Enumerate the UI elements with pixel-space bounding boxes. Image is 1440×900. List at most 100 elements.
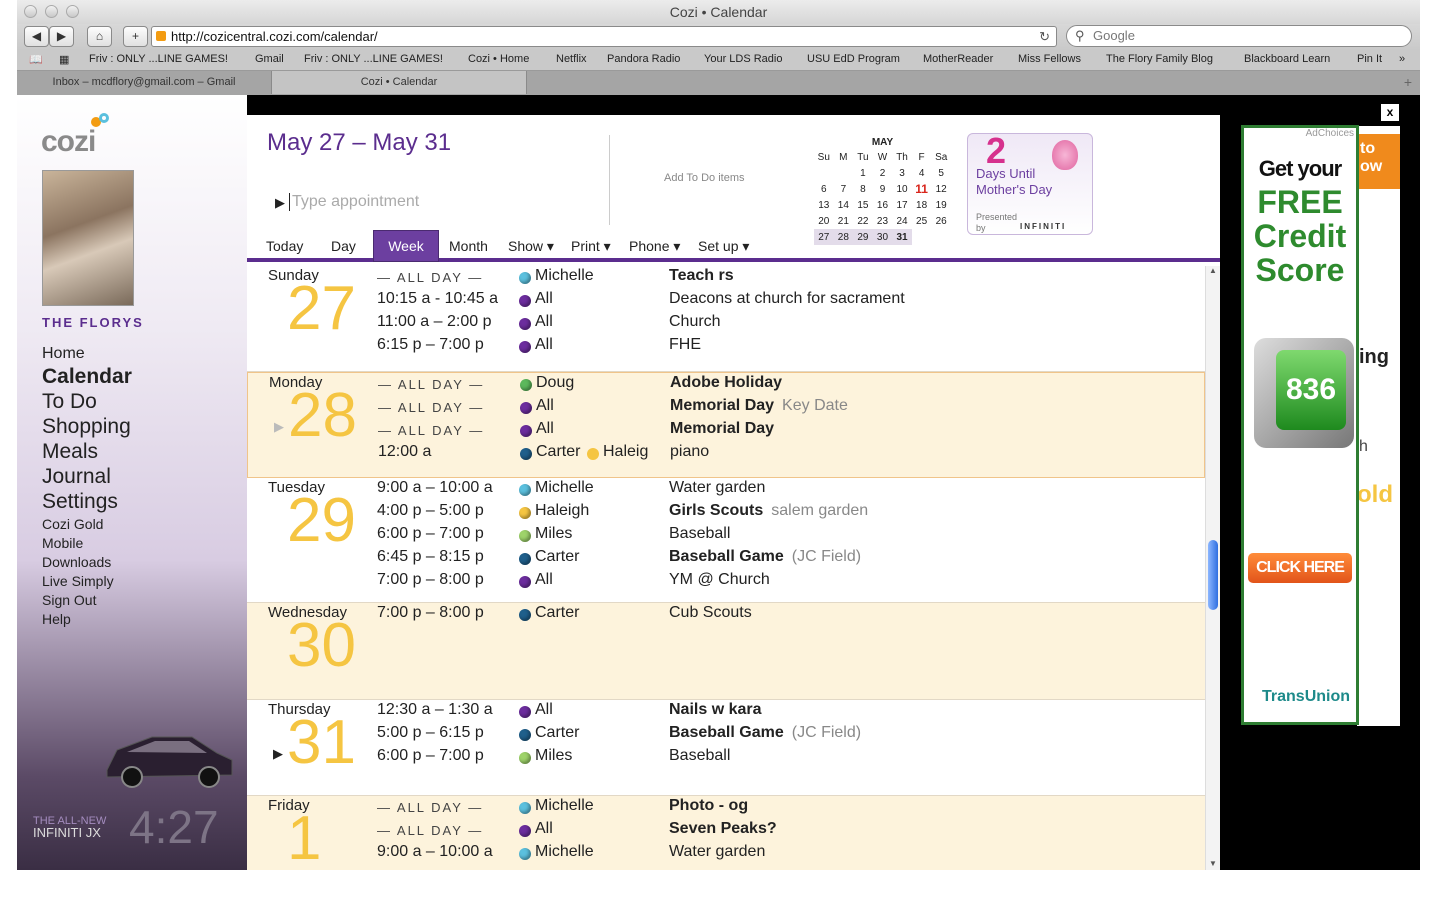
tab-gmail[interactable]: Inbox – mcdflory@gmail.com – Gmail (17, 71, 272, 94)
search-field[interactable]: ⚲ Google (1066, 25, 1412, 47)
bookmark[interactable]: MotherReader (923, 53, 993, 65)
mini-cal-day[interactable]: 19 (931, 197, 951, 213)
calendar-event[interactable]: — ALL DAY — All Memorial Day (248, 420, 1205, 443)
minimize-window-icon[interactable] (45, 5, 58, 18)
family-photo[interactable] (42, 170, 134, 306)
new-tab-button[interactable]: + (123, 26, 148, 47)
calendar-event[interactable]: 10:15 a - 10:45 a All Deacons at church fo… (247, 290, 1205, 313)
calendar-event[interactable]: — ALL DAY — All Seven Peaks? (247, 820, 1205, 843)
mini-cal-day[interactable] (834, 165, 854, 181)
mini-cal-day[interactable]: 15 (853, 197, 873, 213)
mini-cal-day[interactable]: 25 (912, 213, 932, 229)
bookmark[interactable]: The Flory Family Blog (1106, 53, 1213, 65)
nav-mobile[interactable]: Mobile (42, 535, 83, 551)
mini-cal-day[interactable]: 12 (931, 181, 951, 197)
nav-settings[interactable]: Settings (42, 490, 118, 514)
calendar-event[interactable]: — ALL DAY — Michelle Teach rs (247, 267, 1205, 290)
print-menu[interactable]: Print ▾ (571, 238, 611, 255)
calendar-event[interactable]: 6:00 p – 7:00 p Miles Baseball (247, 747, 1205, 770)
calendar-event[interactable]: 6:45 p – 8:15 p Carter Baseball Game (JC Fi… (247, 548, 1205, 571)
mini-cal-day[interactable]: 10 (892, 181, 912, 197)
add-tab-icon[interactable]: + (1404, 74, 1412, 90)
infiniti-ad-text[interactable]: THE ALL-NEW INFINITI JX (33, 815, 106, 839)
mini-cal-day[interactable]: 26 (931, 213, 951, 229)
calendar-scrollbar[interactable]: ▲ ▼ (1205, 266, 1220, 870)
calendar-event[interactable]: — ALL DAY — All Memorial Day Key Date (248, 397, 1205, 420)
mini-cal-day[interactable]: 24 (892, 213, 912, 229)
mini-cal-day[interactable]: 9 (873, 181, 893, 197)
appointment-input[interactable]: Type appointment (289, 193, 419, 211)
mini-cal-day[interactable]: 21 (834, 213, 854, 229)
mini-cal-day[interactable]: 17 (892, 197, 912, 213)
nav-live-simply[interactable]: Live Simply (42, 573, 114, 589)
mini-cal-day[interactable]: 23 (873, 213, 893, 229)
calendar-event[interactable]: 9:00 a – 10:00 a Michelle Water garden (247, 843, 1205, 866)
tab-cozi-calendar[interactable]: Cozi • Calendar (272, 71, 527, 94)
tab-today[interactable]: Today (266, 238, 303, 254)
calendar-event[interactable]: 9:00 a – 10:00 a Michelle Water garden (247, 479, 1205, 502)
ad-back-panel[interactable]: to ow ing h old (1357, 126, 1400, 726)
bookmark[interactable]: Pin It (1357, 53, 1382, 65)
day-section[interactable]: Sunday 27— ALL DAY — Michelle Teach rs 10:15… (247, 266, 1205, 372)
day-section[interactable]: Monday 28 ▶ — ALL DAY — Doug Adobe Holiday — A… (247, 372, 1205, 478)
calendar-event[interactable]: 12:00 a Carter Haleig piano (248, 443, 1205, 466)
scroll-down-icon[interactable]: ▼ (1209, 859, 1217, 868)
mothers-day-countdown[interactable]: 2 Days Until Mother's Day Presented by I… (967, 130, 1093, 235)
bookmark[interactable]: Friv : ONLY ...LINE GAMES! (89, 53, 228, 65)
day-section[interactable]: Friday 1— ALL DAY — Michelle Photo - og — AL… (247, 796, 1205, 870)
bookmark[interactable]: Gmail (255, 53, 284, 65)
nav-home[interactable]: Home (42, 345, 85, 363)
todo-input[interactable]: Add To Do items (664, 172, 745, 184)
reading-list-icon[interactable]: 📖 (29, 53, 43, 66)
bookmark[interactable]: Blackboard Learn (1244, 53, 1330, 65)
show-menu[interactable]: Show ▾ (508, 238, 554, 255)
calendar-event[interactable]: 7:00 p – 8:00 p Carter Cub Scouts (247, 604, 1205, 627)
day-section[interactable]: Thursday 31 ▶ 12:30 a – 1:30 a All Nails w ka… (247, 700, 1205, 796)
top-sites-icon[interactable]: ▦ (59, 53, 69, 66)
calendar-event[interactable]: — ALL DAY — Doug Adobe Holiday (248, 374, 1205, 397)
home-button[interactable]: ⌂ (87, 26, 112, 47)
mini-cal-day[interactable]: 14 (834, 197, 854, 213)
tab-month[interactable]: Month (449, 238, 488, 254)
bookmark[interactable]: Cozi • Home (468, 53, 529, 65)
calendar-event[interactable]: 6:15 p – 7:00 p All FHE (247, 336, 1205, 359)
bookmark[interactable]: Friv : ONLY ...LINE GAMES! (304, 53, 443, 65)
calendar-event[interactable]: 12:30 a – 1:30 a All Nails w kara (247, 701, 1205, 724)
calendar-event[interactable]: 11:00 a – 2:00 p All Church (247, 313, 1205, 336)
mini-cal-day[interactable]: 20 (814, 213, 834, 229)
scroll-up-icon[interactable]: ▲ (1209, 266, 1217, 275)
cozi-logo[interactable]: cozi (41, 113, 109, 159)
nav-todo[interactable]: To Do (42, 390, 97, 414)
credit-score-ad[interactable]: AdChoices Get your FREE Credit Score 836… (1241, 125, 1359, 725)
mini-cal-day[interactable]: 7 (834, 181, 854, 197)
reload-icon[interactable]: ↻ (1039, 27, 1050, 46)
close-window-icon[interactable] (24, 5, 37, 18)
nav-sign-out[interactable]: Sign Out (42, 592, 96, 608)
more-bookmarks-icon[interactable]: » (1399, 53, 1405, 65)
mini-cal-day[interactable]: 2 (873, 165, 893, 181)
click-here-button[interactable]: CLICK HERE (1248, 553, 1352, 583)
forward-button[interactable]: ▶ (49, 26, 74, 47)
calendar-event[interactable]: 5:00 p – 6:15 p Carter Baseball Game (JC Fi… (247, 724, 1205, 747)
phone-menu[interactable]: Phone ▾ (629, 238, 680, 255)
mini-cal-day[interactable]: 18 (912, 197, 932, 213)
bookmark[interactable]: Netflix (556, 53, 587, 65)
nav-calendar[interactable]: Calendar (42, 365, 132, 389)
mini-cal-day[interactable]: 13 (814, 197, 834, 213)
adchoices-label[interactable]: AdChoices (1306, 128, 1354, 139)
mini-cal-day[interactable]: 16 (873, 197, 893, 213)
bookmark[interactable]: Your LDS Radio (704, 53, 782, 65)
car-ad-image[interactable] (97, 715, 237, 795)
mini-cal-day[interactable]: 6 (814, 181, 834, 197)
nav-shopping[interactable]: Shopping (42, 415, 131, 439)
calendar-event[interactable]: 6:00 p – 7:00 p Miles Baseball (247, 525, 1205, 548)
mini-cal-today[interactable]: 11 (912, 181, 932, 197)
nav-downloads[interactable]: Downloads (42, 554, 111, 570)
bookmark[interactable]: Pandora Radio (607, 53, 680, 65)
mini-cal-day[interactable]: 5 (931, 165, 951, 181)
mini-cal-day[interactable]: 4 (912, 165, 932, 181)
nav-journal[interactable]: Journal (42, 465, 111, 489)
mini-cal-day[interactable]: 3 (892, 165, 912, 181)
day-section[interactable]: Wednesday 30 7:00 p – 8:00 p Carter Cub Scou… (247, 603, 1205, 700)
nav-meals[interactable]: Meals (42, 440, 98, 464)
